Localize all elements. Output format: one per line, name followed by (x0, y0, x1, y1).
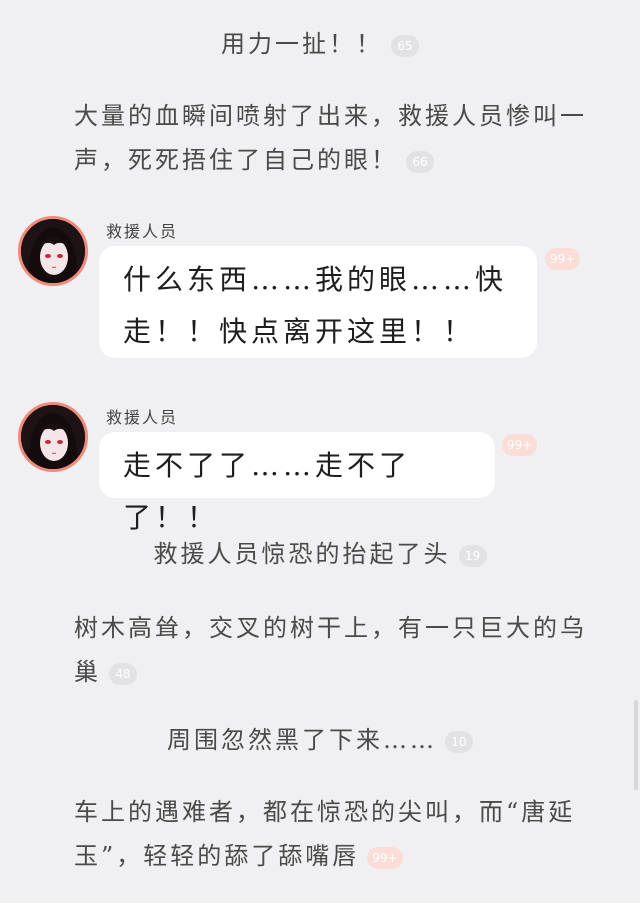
comment-count-badge[interactable]: 65 (391, 34, 419, 57)
speaker-name: 救援人员 (106, 408, 179, 427)
speech-bubble: 什么东西……我的眼……快 走！！快点离开这里！！ (99, 246, 537, 358)
dialogue-message: 救援人员 走不了了……走不了了！！ 99+ (0, 400, 640, 534)
speaker-name: 救援人员 (106, 222, 179, 241)
comment-count-badge[interactable]: 99+ (367, 846, 403, 869)
narration-paragraph: 大量的血瞬间喷射了出来，救援人员惨叫一 声，死死捂住了自己的眼！ 66 (74, 102, 587, 174)
speech-bubble: 走不了了……走不了了！！ (99, 432, 495, 534)
narration-line: 用力一扯！！ 65 (0, 22, 640, 66)
scrollbar[interactable] (634, 700, 638, 790)
comment-count-badge[interactable]: 99+ (502, 434, 538, 456)
girl-avatar-icon[interactable] (18, 216, 88, 286)
comment-count-badge[interactable]: 19 (458, 544, 487, 567)
dialogue-message: 救援人员 什么东西……我的眼……快 走！！快点离开这里！！ 99+ (0, 214, 640, 364)
comment-count-badge[interactable]: 66 (406, 150, 434, 173)
narration-paragraph: 树木高耸，交叉的树干上，有一只巨大的乌 巢 48 (74, 614, 587, 686)
girl-avatar-icon[interactable] (18, 402, 88, 472)
comment-count-badge[interactable]: 10 (445, 730, 473, 753)
comment-count-badge[interactable]: 48 (109, 662, 137, 685)
comment-count-badge[interactable]: 99+ (545, 248, 581, 270)
narration-paragraph: 车上的遇难者，都在惊恐的尖叫，而“唐延 玉”，轻轻的舔了舔嘴唇 99+ (74, 798, 576, 870)
narration-line: 周围忽然黑了下来…… 10 (0, 718, 640, 762)
narration-line: 救援人员惊恐的抬起了头 19 (0, 532, 640, 576)
